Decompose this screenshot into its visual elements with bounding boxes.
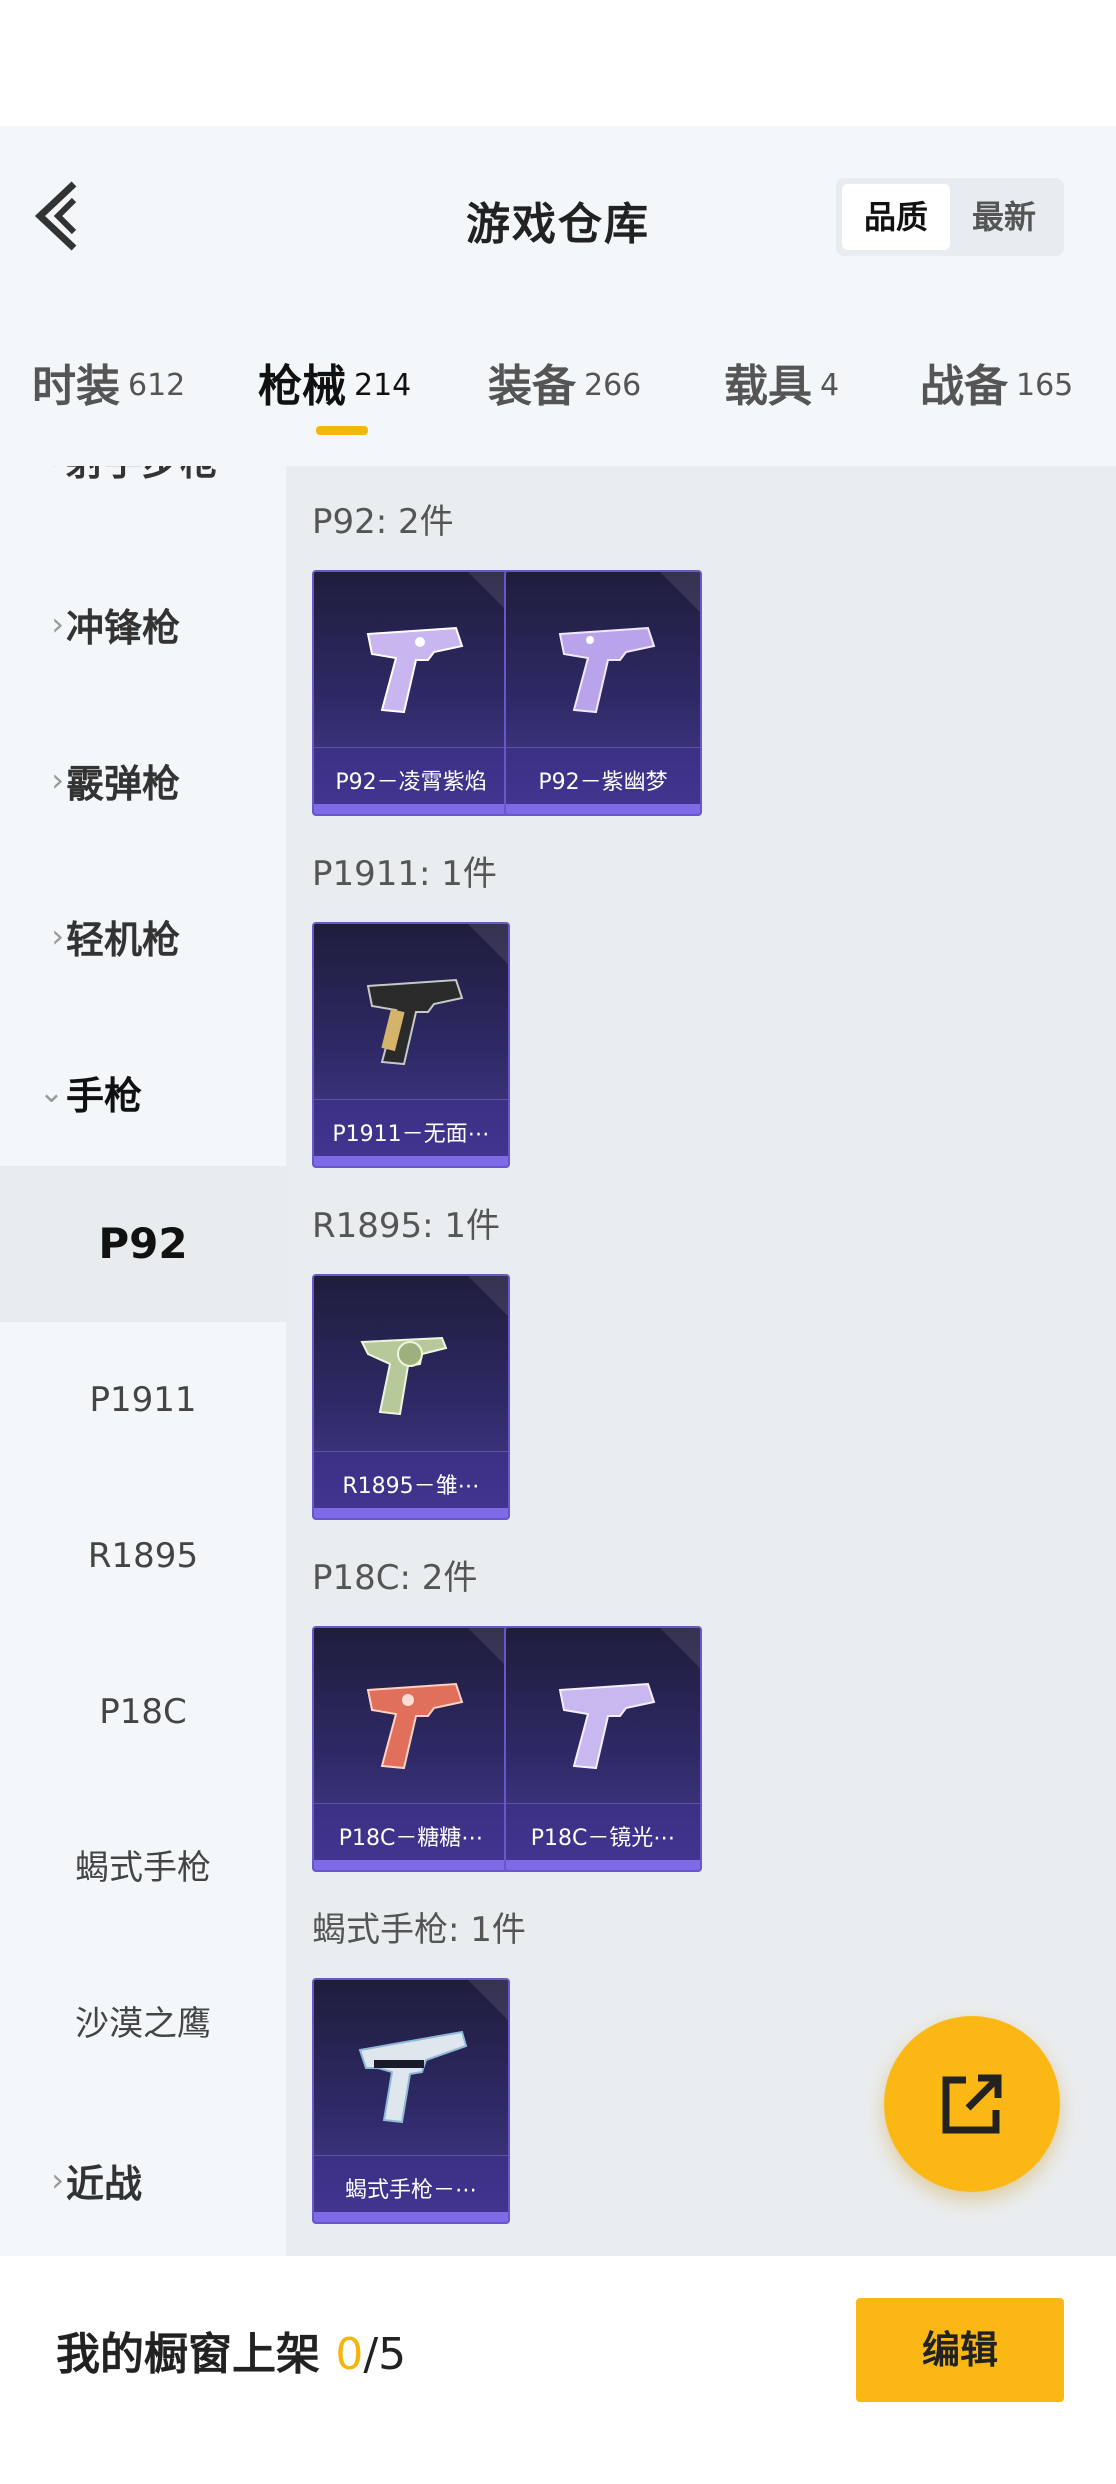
showcase-total: /5 <box>363 2329 407 2380</box>
pistol-icon <box>366 626 464 714</box>
skin-card[interactable]: P1911－无面⋯ <box>312 922 510 1168</box>
pistol-icon <box>558 1682 656 1770</box>
tab-count: 4 <box>820 368 840 403</box>
skin-name: R1895－雏⋯ <box>342 1474 480 1499</box>
sidebar-item-label: 轻机枪 <box>66 917 181 962</box>
sort-newest[interactable]: 最新 <box>950 184 1058 250</box>
tab-equipment[interactable]: 装备 266 <box>488 350 641 414</box>
showcase-footer: 我的橱窗上架 0/5 编辑 <box>0 2256 1116 2484</box>
sidebar-subitem-p18c[interactable]: P18C <box>0 1634 286 1790</box>
group-title: P1911: 1件 <box>312 854 497 894</box>
showcase-label: 我的橱窗上架 <box>56 2329 320 2380</box>
sort-quality[interactable]: 品质 <box>842 184 950 250</box>
skin-card[interactable]: P92－紫幽梦 <box>504 570 702 816</box>
pistol-icon <box>366 978 464 1066</box>
tab-count: 165 <box>1016 368 1074 403</box>
chevron-left-icon <box>34 181 77 251</box>
share-external-icon <box>942 2074 1002 2134</box>
tab-firearms[interactable]: 枪械 214 <box>258 350 411 414</box>
tab-supplies[interactable]: 战备 165 <box>920 350 1073 414</box>
back-button[interactable] <box>30 176 90 256</box>
skin-card[interactable]: 蝎式手枪－⋯ <box>312 1978 510 2224</box>
skin-name: P92－凌霄紫焰 <box>335 770 487 795</box>
sidebar-item-smg[interactable]: › 冲锋枪 <box>0 546 286 702</box>
chevron-right-icon: › <box>0 466 66 477</box>
tab-label: 装备 <box>488 361 576 412</box>
sidebar-item-label: 射手步枪 <box>66 466 218 486</box>
skin-name: P18C－糖糖⋯ <box>338 1826 484 1851</box>
sidebar-subitem-p92[interactable]: P92 <box>0 1166 286 1322</box>
tab-count: 214 <box>354 368 412 403</box>
showcase-status: 我的橱窗上架 0/5 <box>56 2318 406 2382</box>
chevron-right-icon: › <box>51 917 64 955</box>
rarity-strip <box>314 1508 508 1518</box>
sidebar-item-label: 冲锋枪 <box>66 605 181 650</box>
weapon-type-sidebar: › 射手步枪 › 冲锋枪 › 霰弹枪 › 轻机枪 ⌄ 手枪 P92 P1911 … <box>0 466 286 2256</box>
smg-pistol-icon <box>358 2030 468 2124</box>
sidebar-item-label: 霰弹枪 <box>66 761 181 806</box>
category-tabs: 时装 612 枪械 214 装备 266 载具 4 战备 165 <box>0 340 1116 450</box>
skin-name: P92－紫幽梦 <box>538 770 668 795</box>
active-tab-indicator <box>316 426 368 435</box>
skin-card[interactable]: R1895－雏⋯ <box>312 1274 510 1520</box>
tab-count: 612 <box>128 368 186 403</box>
sidebar-item-shotgun[interactable]: › 霰弹枪 <box>0 702 286 858</box>
rarity-strip <box>506 1860 700 1870</box>
chevron-right-icon: › <box>51 605 64 643</box>
skin-name: 蝎式手枪－⋯ <box>344 2178 477 2203</box>
rarity-strip <box>506 804 700 814</box>
group-title: P18C: 2件 <box>312 1558 478 1598</box>
sidebar-item-pistol[interactable]: ⌄ 手枪 <box>0 1014 286 1170</box>
pistol-icon <box>558 626 656 714</box>
sidebar-subitem-r1895[interactable]: R1895 <box>0 1478 286 1634</box>
chevron-right-icon: › <box>51 761 64 799</box>
share-button[interactable] <box>884 2016 1060 2192</box>
sidebar-subitem-desert-eagle[interactable]: 沙漠之鹰 <box>0 1946 286 2102</box>
sort-toggle: 品质 最新 <box>836 178 1064 256</box>
tab-label: 时装 <box>32 361 120 412</box>
rarity-strip <box>314 804 508 814</box>
group-title: 蝎式手枪: 1件 <box>312 1910 526 1950</box>
rarity-strip <box>314 1860 508 1870</box>
sidebar-item-marksman-rifle[interactable]: › 射手步枪 <box>0 466 286 536</box>
skin-name: P18C－镜光⋯ <box>530 1826 676 1851</box>
tab-label: 战备 <box>920 361 1008 412</box>
sidebar-item-label: 近战 <box>66 2161 143 2206</box>
rarity-strip <box>314 1156 508 1166</box>
pistol-icon <box>366 1682 464 1770</box>
skin-name: P1911－无面⋯ <box>332 1122 490 1147</box>
skin-card[interactable]: P92－凌霄紫焰 <box>312 570 510 816</box>
group-title: R1895: 1件 <box>312 1206 501 1246</box>
sidebar-item-lmg[interactable]: › 轻机枪 <box>0 858 286 1014</box>
sidebar-item-melee[interactable]: › 近战 <box>0 2102 286 2256</box>
group-title: P92: 2件 <box>312 502 454 542</box>
sidebar-item-label: 手枪 <box>66 1073 143 1118</box>
skin-card[interactable]: P18C－镜光⋯ <box>504 1626 702 1872</box>
revolver-icon <box>360 1336 448 1416</box>
tab-label: 枪械 <box>258 361 346 412</box>
edit-button[interactable]: 编辑 <box>856 2298 1064 2402</box>
chevron-right-icon: › <box>51 2161 64 2199</box>
showcase-current-count: 0 <box>335 2329 364 2380</box>
tab-fashion[interactable]: 时装 612 <box>32 350 185 414</box>
rarity-strip <box>314 2212 508 2222</box>
tab-count: 266 <box>584 368 642 403</box>
chevron-down-icon: ⌄ <box>38 1074 64 1110</box>
tab-vehicles[interactable]: 载具 4 <box>724 350 839 414</box>
sidebar-subitem-scorpion[interactable]: 蝎式手枪 <box>0 1790 286 1946</box>
skin-list: P92: 2件 P92－凌霄紫焰 P92－紫幽梦 P1911: 1件 P1911… <box>286 466 1116 2256</box>
sidebar-subitem-p1911[interactable]: P1911 <box>0 1322 286 1478</box>
tab-label: 载具 <box>724 361 812 412</box>
skin-card[interactable]: P18C－糖糖⋯ <box>312 1626 510 1872</box>
